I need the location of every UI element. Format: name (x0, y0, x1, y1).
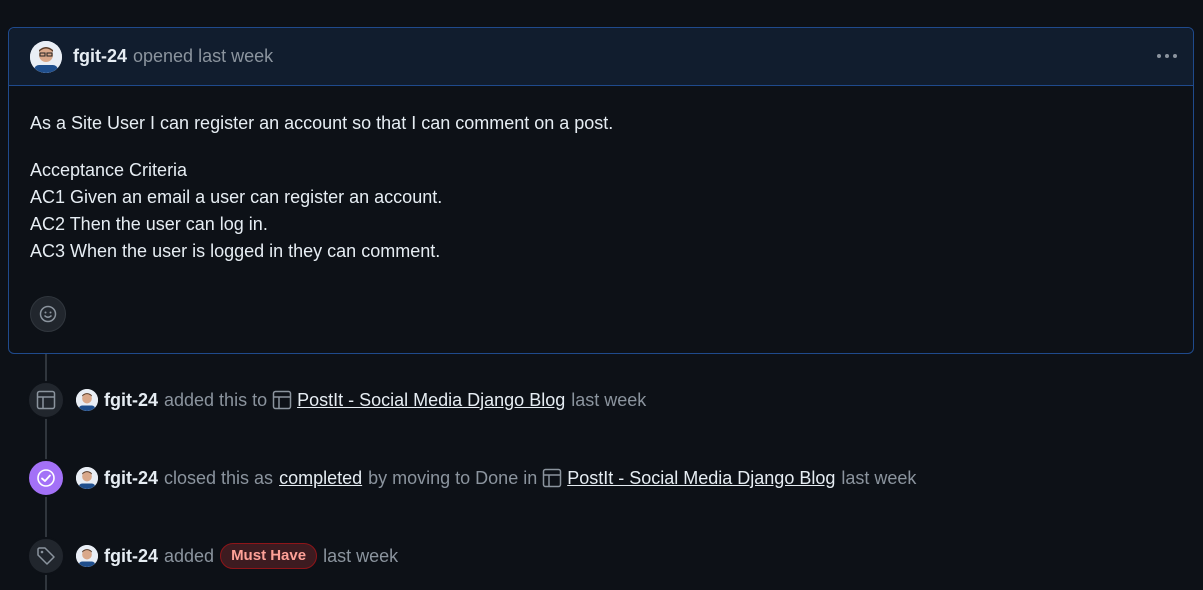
check-circle-icon (37, 469, 55, 487)
kebab-dot-icon (1165, 54, 1169, 58)
acceptance-criteria: Acceptance Criteria AC1 Given an email a… (30, 157, 1172, 265)
body-paragraph: As a Site User I can register an account… (30, 113, 614, 133)
timeline-event-closed: fgit-24 closed this as completed by movi… (27, 459, 916, 497)
tag-icon (37, 547, 55, 565)
criteria-line: Acceptance Criteria (30, 160, 188, 180)
event-time: last week (323, 545, 399, 566)
comment-author[interactable]: fgit-24 (73, 46, 127, 67)
issue-comment: fgit-24 opened last week As a Site User … (8, 27, 1194, 354)
smiley-icon (39, 305, 57, 323)
avatar[interactable] (76, 389, 98, 411)
kebab-dot-icon (1173, 54, 1177, 58)
avatar[interactable] (76, 545, 98, 567)
event-middle: by moving to Done in (368, 467, 538, 488)
avatar[interactable] (30, 40, 62, 73)
project-link[interactable]: PostIt - Social Media Django Blog (297, 390, 565, 411)
criteria-line: AC2 Then the user can log in. (30, 214, 268, 234)
event-action: added this to (164, 389, 268, 410)
event-time: last week (841, 467, 917, 488)
event-author[interactable]: fgit-24 (104, 468, 158, 489)
table-icon (36, 390, 56, 410)
criteria-line: AC3 When the user is logged in they can … (30, 241, 441, 261)
timeline-event-project: fgit-24 added this to PostIt - Social Me… (27, 381, 646, 419)
completed-link[interactable]: completed (279, 468, 362, 489)
event-author[interactable]: fgit-24 (104, 546, 158, 567)
event-action: closed this as (164, 467, 274, 488)
kebab-dot-icon (1157, 54, 1161, 58)
more-options-button[interactable] (1151, 42, 1183, 70)
event-author[interactable]: fgit-24 (104, 390, 158, 411)
project-link[interactable]: PostIt - Social Media Django Blog (567, 468, 835, 489)
event-action: added (164, 545, 215, 566)
timeline-event-labeled: fgit-24 added Must Have last week (27, 537, 398, 575)
event-badge (27, 381, 65, 419)
project-icon (272, 390, 292, 410)
project-icon (542, 468, 562, 488)
add-reaction-button[interactable] (30, 296, 66, 332)
comment-header: fgit-24 opened last week (9, 28, 1193, 86)
label-badge[interactable]: Must Have (220, 543, 318, 569)
criteria-line: AC1 Given an email a user can register a… (30, 187, 443, 207)
comment-body: As a Site User I can register an account… (9, 86, 1193, 265)
event-badge (27, 537, 65, 575)
event-badge (27, 459, 65, 497)
event-time: last week (571, 389, 647, 410)
avatar[interactable] (76, 467, 98, 489)
comment-meta: opened last week (133, 46, 274, 66)
